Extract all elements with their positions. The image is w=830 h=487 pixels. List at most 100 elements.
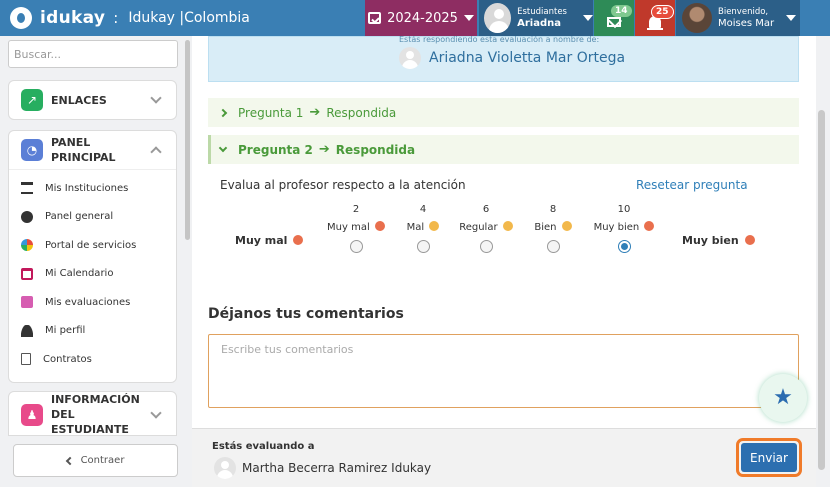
student-icon: ♟ <box>21 403 43 426</box>
panel-principal-title: PANEL PRINCIPAL <box>51 136 116 164</box>
option-label: Mal <box>406 222 425 233</box>
rating-radio-6[interactable] <box>479 240 493 253</box>
logo-icon <box>10 7 32 29</box>
student-info-title: INFORMACIÓN DEL ESTUDIANTE <box>51 393 140 436</box>
sidebar-item-instituciones[interactable]: Mis Instituciones <box>9 174 176 203</box>
sidebar-item-calendario[interactable]: Mi Calendario <box>9 260 176 289</box>
scale-min-text: Muy mal <box>235 234 288 247</box>
rating-option-8: 8 Bien <box>513 204 593 253</box>
rating-radio-2[interactable] <box>349 240 363 253</box>
sidebar-item-portal-servicios[interactable]: Portal de servicios <box>9 231 176 260</box>
chevron-right-icon <box>218 108 228 117</box>
rating-radio-10[interactable] <box>617 240 631 253</box>
main-scrollbar[interactable] <box>818 110 825 470</box>
messages-button[interactable]: 14 <box>594 0 634 36</box>
sidebar-item-evaluaciones[interactable]: Mis evaluaciones <box>9 288 176 317</box>
respondent-avatar <box>399 47 421 69</box>
enlaces-section[interactable]: ↗ ENLACES <box>8 80 177 120</box>
option-value: 8 <box>549 204 557 215</box>
panel-principal-header[interactable]: ◔ PANEL PRINCIPAL <box>9 131 176 169</box>
rating-radio-4[interactable] <box>416 240 430 253</box>
user-avatar <box>682 3 712 33</box>
sidebar-item-label: Mi Calendario <box>45 268 114 280</box>
chevron-down-icon <box>150 92 162 104</box>
dashboard-icon <box>21 210 33 223</box>
calendar-check-icon <box>368 12 382 24</box>
comments-field[interactable] <box>208 334 799 408</box>
arrow-right-icon: ➔ <box>309 105 321 120</box>
sidebar-item-label: Portal de servicios <box>45 239 137 251</box>
school-year-selector[interactable]: 2024-2025 <box>365 0 477 36</box>
evaluating-label: Estás evaluando a <box>212 441 315 452</box>
sidebar-item-label: Mi perfil <box>45 325 86 337</box>
responding-as-note: Estás respondiendo esta evaluación a nom… <box>399 36 600 44</box>
tenant-name: Idukay |Colombia <box>128 10 250 26</box>
notifications-button[interactable]: 25 <box>635 0 675 36</box>
top-bar: idukay : Idukay |Colombia 2024-2025 Estu… <box>0 0 830 36</box>
send-button-focus-ring: Enviar <box>736 438 802 477</box>
student-selector-name: Ariadna <box>517 18 561 29</box>
caret-down-icon <box>463 15 474 21</box>
neutral-face-icon <box>502 221 513 231</box>
sidebar-scrollbar[interactable] <box>185 40 190 240</box>
student-selector-label: Estudiantes <box>517 7 567 17</box>
chevron-left-icon <box>65 456 74 465</box>
evaluated-name: Martha Becerra Ramirez Idukay <box>242 461 432 475</box>
user-icon <box>21 324 33 337</box>
user-menu[interactable]: Bienvenido, Moises Mar <box>676 0 800 36</box>
responding-as-banner: Estás respondiendo esta evaluación a nom… <box>208 36 799 82</box>
sidebar-item-label: Mis Instituciones <box>45 182 129 194</box>
send-button[interactable]: Enviar <box>741 443 797 472</box>
chevron-up-icon <box>150 146 162 158</box>
brand[interactable]: idukay : Idukay |Colombia <box>10 0 250 36</box>
collapse-label: Contraer <box>80 455 125 466</box>
scale-min-label: Muy mal <box>235 234 304 247</box>
question-text: Evalua al profesor respecto a la atenció… <box>220 178 466 192</box>
question-1-status: Respondida <box>326 105 397 120</box>
calendar-icon <box>21 267 33 280</box>
sidebar: ↗ ENLACES ◔ PANEL PRINCIPAL Mis Instituc… <box>0 36 192 487</box>
reset-question-link[interactable]: Resetear pregunta <box>636 178 748 192</box>
sidebar-item-contratos[interactable]: Contratos <box>9 345 176 374</box>
student-info-section[interactable]: ♟ INFORMACIÓN DEL ESTUDIANTE <box>8 391 177 436</box>
notifications-badge: 25 <box>651 5 674 19</box>
document-icon <box>21 353 31 366</box>
smiling-face-icon <box>561 221 572 231</box>
institution-icon <box>21 182 33 195</box>
question-1-header[interactable]: Pregunta 1 ➔ Respondida <box>208 98 799 127</box>
search-input[interactable] <box>8 40 178 68</box>
envelope-icon <box>607 17 621 27</box>
evaluation-panel: Estás respondiendo esta evaluación a nom… <box>192 36 816 428</box>
scale-max-text: Muy bien <box>682 234 739 247</box>
option-label: Bien <box>534 222 557 233</box>
rating-radio-8[interactable] <box>546 240 560 253</box>
question-2-status: Respondida <box>335 142 416 157</box>
option-label: Regular <box>459 222 498 233</box>
school-year-label: 2024-2025 <box>387 10 458 26</box>
panel-principal-section: ◔ PANEL PRINCIPAL Mis Instituciones Pane… <box>8 130 177 383</box>
sidebar-item-perfil[interactable]: Mi perfil <box>9 317 176 346</box>
star-icon: ★ <box>773 385 793 410</box>
option-label: Muy mal <box>327 222 370 233</box>
enlaces-title: ENLACES <box>51 93 107 107</box>
arrow-right-icon: ➔ <box>318 142 330 157</box>
sidebar-item-panel-general[interactable]: Panel general <box>9 203 176 232</box>
student-avatar <box>484 3 512 33</box>
user-name: Moises Mar <box>718 18 775 29</box>
student-selector[interactable]: Estudiantes Ariadna <box>479 0 593 36</box>
user-greeting: Bienvenido, <box>718 7 769 17</box>
brand-name: idukay <box>40 8 106 28</box>
comments-title: Déjanos tus comentarios <box>208 306 404 322</box>
question-1-label: Pregunta 1 <box>238 105 304 120</box>
evaluation-footer: Estás evaluando a Martha Becerra Ramirez… <box>192 428 816 487</box>
laughing-face-icon <box>744 235 755 245</box>
caret-down-icon <box>786 15 797 21</box>
sidebar-item-label: Panel general <box>45 211 114 223</box>
question-2-label: Pregunta 2 <box>238 142 313 157</box>
favorite-fab[interactable]: ★ <box>759 374 807 422</box>
services-icon <box>21 239 33 252</box>
collapse-sidebar-button[interactable]: Contraer <box>13 444 178 477</box>
panel-menu: Mis Instituciones Panel general Portal d… <box>9 169 176 378</box>
question-2-header[interactable]: Pregunta 2 ➔ Respondida <box>208 135 799 164</box>
option-value: 10 <box>617 204 631 215</box>
